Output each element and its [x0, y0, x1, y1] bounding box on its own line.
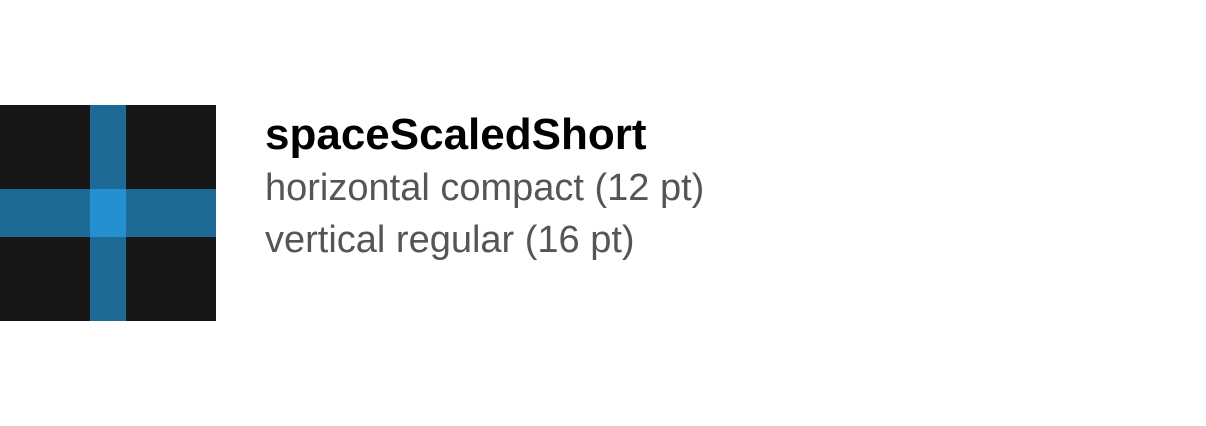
vertical-spacing-label: vertical regular (16 pt) [265, 219, 635, 261]
token-description: spaceScaledShort horizontal compact (12 … [265, 108, 1165, 266]
token-name: spaceScaledShort [265, 110, 647, 159]
spacing-swatch [0, 105, 216, 321]
horizontal-spacing-label: horizontal compact (12 pt) [265, 167, 705, 209]
spacing-intersection [90, 189, 126, 237]
